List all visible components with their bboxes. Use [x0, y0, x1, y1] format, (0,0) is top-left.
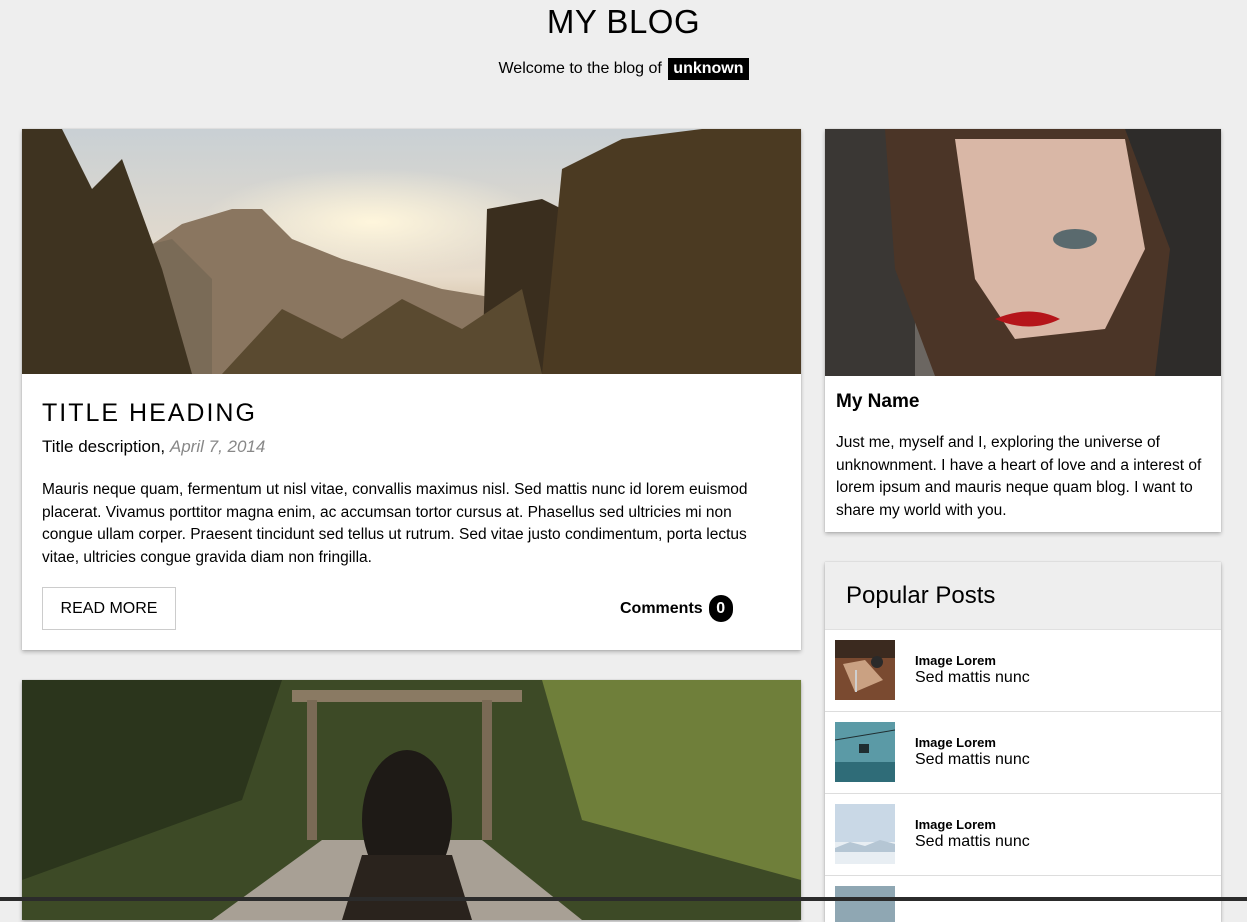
- popular-post-item[interactable]: Image Lorem Sed mattis nunc: [825, 630, 1221, 712]
- blog-post-card: TITLE HEADING Title description, April 7…: [22, 129, 801, 650]
- popular-post-thumbnail: [835, 886, 895, 922]
- post-bridge-image: [22, 680, 801, 920]
- popular-posts-title: Popular Posts: [846, 582, 996, 609]
- profile-card: My Name Just me, myself and I, exploring…: [825, 129, 1221, 532]
- author-tag: unknown: [668, 58, 749, 80]
- popular-post-thumbnail: [835, 640, 895, 700]
- post-hero-image: [22, 129, 801, 374]
- read-more-button[interactable]: READ MORE: [42, 587, 176, 630]
- welcome-line: Welcome to the blog of unknown: [0, 58, 1247, 80]
- post-subtitle: Title description, April 7, 2014: [42, 437, 265, 457]
- popular-post-text: Sed mattis nunc: [915, 751, 1030, 768]
- comments-label: Comments: [620, 599, 703, 617]
- window-bottom-bar: [0, 897, 1247, 901]
- post-date: April 7, 2014: [169, 437, 266, 456]
- post-body: Mauris neque quam, fermentum ut nisl vit…: [42, 481, 748, 566]
- popular-post-heading: Image Lorem: [915, 735, 996, 750]
- post-description: Title description,: [42, 437, 166, 456]
- popular-post-heading: Image Lorem: [915, 817, 996, 832]
- post-title: TITLE HEADING: [42, 399, 257, 427]
- popular-post-thumbnail: [835, 722, 895, 782]
- profile-photo: [825, 129, 1221, 376]
- popular-post-item[interactable]: Image Lorem Sed mattis nunc: [825, 712, 1221, 794]
- popular-post-text: Sed mattis nunc: [915, 833, 1030, 850]
- comments-link[interactable]: Comments 0: [620, 595, 733, 622]
- blog-post-card-2: [22, 680, 801, 920]
- popular-post-thumbnail: [835, 804, 895, 864]
- welcome-text: Welcome to the blog of: [498, 60, 662, 77]
- comments-count-badge: 0: [708, 595, 733, 622]
- popular-posts-card: Popular Posts Image Lorem Sed mattis nun…: [825, 562, 1221, 922]
- popular-post-text: Sed mattis nunc: [915, 669, 1030, 686]
- popular-post-item[interactable]: Image Lorem Sed mattis nunc: [825, 794, 1221, 876]
- site-title: MY BLOG: [546, 3, 701, 40]
- popular-posts-header: Popular Posts: [825, 562, 1221, 630]
- profile-name: My Name: [836, 391, 920, 412]
- profile-bio: Just me, myself and I, exploring the uni…: [836, 434, 1202, 519]
- popular-post-heading: Image Lorem: [915, 653, 996, 668]
